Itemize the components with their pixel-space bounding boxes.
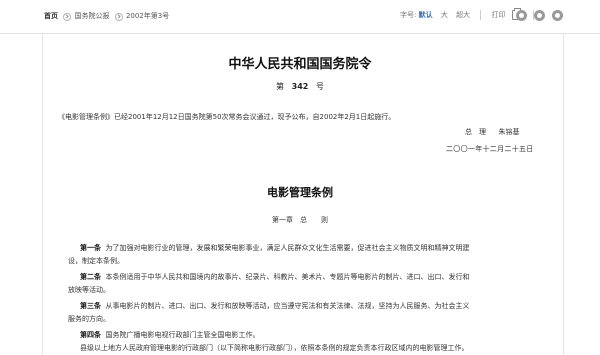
article-3-continued: 服务的方向。 bbox=[68, 315, 110, 323]
article-label: 第四条 bbox=[80, 331, 101, 339]
breadcrumb: 首页 国务院公报 2002年第3号 bbox=[44, 11, 169, 21]
weibo-icon[interactable] bbox=[516, 10, 527, 21]
chapter-heading: 第一章 总 则 bbox=[272, 216, 328, 224]
signer-title: 总 理 bbox=[465, 128, 486, 136]
signer-name: 朱镕基 bbox=[498, 128, 520, 136]
article-text: 国务院广播电影电视行政部门主管全国电影工作。 bbox=[105, 331, 260, 339]
breadcrumb-bulletin[interactable]: 国务院公报 bbox=[74, 12, 109, 20]
article-text: 为了加强对电影行业的管理，发展和繁荣电影事业，满足人民群众文化生活需要，促进社会… bbox=[105, 244, 470, 252]
order-suffix: 号 bbox=[315, 82, 324, 91]
font-small-button[interactable]: 大 bbox=[441, 11, 448, 19]
divider bbox=[480, 10, 482, 20]
order-title: 中华人民共和国国务院令 bbox=[228, 57, 372, 72]
article-text: 从事电影片的制片、进口、出口、发行和放映等活动，应当遵守宪法和有关法律、法规，坚… bbox=[105, 302, 470, 310]
wechat-icon[interactable] bbox=[534, 10, 545, 21]
article-label: 第二条 bbox=[80, 273, 101, 281]
article-2-continued: 放映等活动。 bbox=[68, 286, 110, 294]
font-size-label: 字号: bbox=[400, 11, 417, 19]
article-4-continued: 县级以上地方人民政府管理电影的行政部门（以下简称电影行政部门），依照本条例的规定… bbox=[80, 344, 469, 352]
font-default-button[interactable]: 默认 bbox=[419, 11, 433, 19]
order-number-line: 第 342 号 bbox=[0, 81, 600, 92]
top-toolbar: 首页 国务院公报 2002年第3号 字号: 默认 大 超大 打印 bbox=[0, 0, 600, 34]
issue-date: 二〇〇一年十二月二十五日 bbox=[446, 145, 534, 153]
regulation-title: 电影管理条例 bbox=[267, 186, 333, 199]
font-large-button[interactable]: 超大 bbox=[456, 11, 470, 19]
article-1: 第一条 为了加强对电影行业的管理，发展和繁荣电影事业，满足人民群众文化生活需要，… bbox=[80, 243, 469, 253]
qq-icon[interactable] bbox=[552, 10, 563, 21]
article-text: 本条例适用于中华人民共和国境内的故事片、纪录片、科教片、美术片、专题片等电影片的… bbox=[105, 273, 470, 281]
article-label: 第一条 bbox=[80, 244, 101, 252]
article-1-continued: 设，制定本条例。 bbox=[68, 257, 124, 265]
chevron-right-icon bbox=[112, 11, 124, 21]
article-3: 第三条 从事电影片的制片、进口、出口、发行和放映等活动，应当遵守宪法和有关法律、… bbox=[80, 301, 469, 311]
breadcrumb-issue[interactable]: 2002年第3号 bbox=[126, 12, 169, 20]
order-prefix: 第 bbox=[276, 82, 284, 91]
order-number: 342 bbox=[291, 82, 309, 91]
chevron-right-icon bbox=[60, 11, 72, 21]
article-4: 第四条 国务院广播电影电视行政部门主管全国电影工作。 bbox=[80, 330, 259, 340]
intro-paragraph: 《电影管理条例》已经2001年12月12日国务院第50次常务会议通过，现予公布，… bbox=[58, 113, 396, 121]
breadcrumb-home[interactable]: 首页 bbox=[44, 12, 58, 20]
article-label: 第三条 bbox=[80, 302, 101, 310]
article-2: 第二条 本条例适用于中华人民共和国境内的故事片、纪录片、科教片、美术片、专题片等… bbox=[80, 272, 469, 282]
signature-line: 总 理 朱镕基 bbox=[465, 127, 519, 137]
print-button[interactable]: 打印 bbox=[492, 11, 506, 19]
